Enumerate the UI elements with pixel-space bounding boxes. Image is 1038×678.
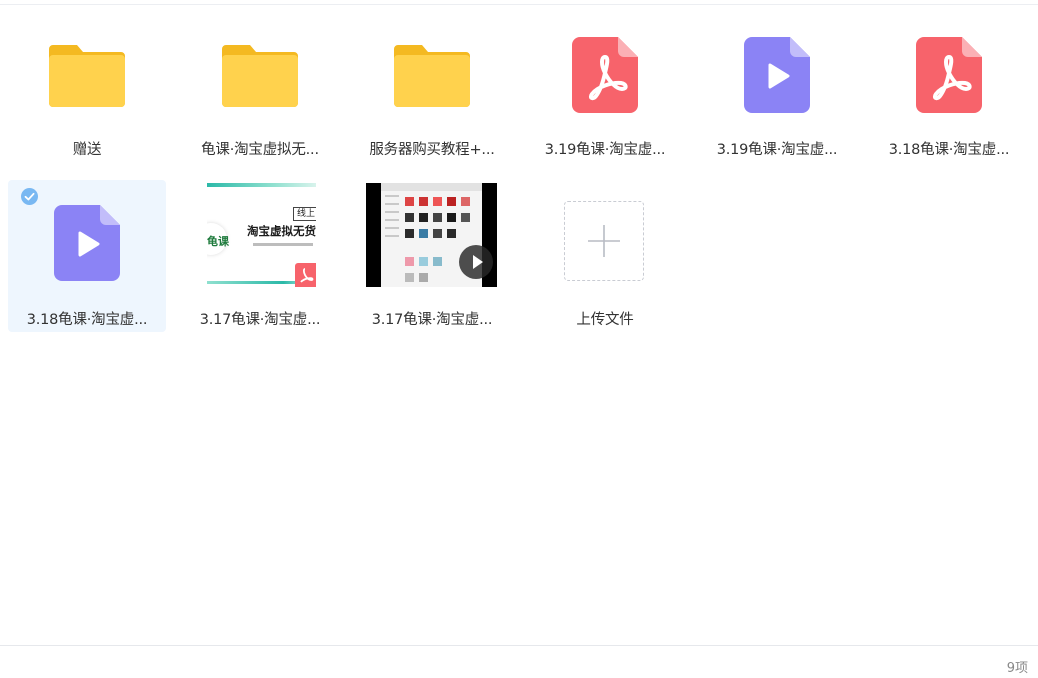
file-name: 3.17龟课·淘宝虚... (199, 312, 321, 328)
thumbnail-product (405, 213, 414, 222)
thumbnail-product (433, 197, 442, 206)
thumbnail-product (419, 273, 428, 282)
folder-icon (353, 10, 511, 128)
pdf-icon (870, 10, 1028, 128)
folder-item[interactable]: 龟课·淘宝虚拟无... (181, 10, 339, 162)
thumbnail-product (447, 197, 456, 206)
pdf-badge-icon (295, 263, 316, 287)
video-file-item-selected[interactable]: 3.18龟课·淘宝虚... (8, 180, 166, 332)
thumbnail-product (419, 257, 428, 266)
folder-item[interactable]: 赠送 (8, 10, 166, 162)
thumbnail-tag: 线上 (293, 207, 316, 221)
file-name: 3.18龟课·淘宝虚... (888, 142, 1010, 158)
file-name: 3.19龟课·淘宝虚... (544, 142, 666, 158)
file-name: 赠送 (72, 142, 102, 158)
thumbnail-product (405, 197, 414, 206)
folder-icon (8, 10, 166, 128)
thumbnail-product (405, 257, 414, 266)
file-name: 服务器购买教程+... (369, 142, 495, 158)
thumbnail-line (385, 203, 399, 205)
thumbnail-line (385, 219, 399, 221)
video-icon (698, 10, 856, 128)
thumbnail-product (433, 229, 442, 238)
thumbnail-product (433, 213, 442, 222)
pdf-icon (526, 10, 684, 128)
thumbnail-line (385, 227, 399, 229)
thumbnail-product (419, 197, 428, 206)
thumbnail-line (385, 235, 399, 237)
thumbnail-product (419, 213, 428, 222)
folder-item[interactable]: 服务器购买教程+... (353, 10, 511, 162)
thumbnail-product (433, 257, 442, 266)
plus-icon (588, 225, 620, 257)
thumbnail-title: 淘宝虚拟无货 (247, 224, 316, 238)
thumbnail-product (419, 229, 428, 238)
thumbnail-product (461, 213, 470, 222)
upload-label: 上传文件 (576, 312, 634, 328)
pdf-thumbnail[interactable]: 线上 龟课 淘宝虚拟无货 (207, 183, 316, 287)
folder-icon (181, 10, 339, 128)
thumbnail-product (447, 229, 456, 238)
file-name: 3.17龟课·淘宝虚... (371, 312, 493, 328)
thumbnail-product (461, 197, 470, 206)
thumbnail-line (385, 195, 399, 197)
thumbnail-logo-text: 龟课 (207, 235, 229, 248)
upload-button[interactable] (564, 201, 644, 281)
thumbnail-line (385, 211, 399, 213)
status-bar: 9项 (0, 645, 1038, 678)
thumbnail-subtitle-line (253, 243, 313, 246)
file-name: 3.18龟课·淘宝虚... (26, 312, 148, 328)
thumbnail-product (405, 229, 414, 238)
video-file-item[interactable]: 3.19龟课·淘宝虚... (698, 10, 856, 162)
pdf-file-item[interactable]: 3.19龟课·淘宝虚... (526, 10, 684, 162)
thumbnail-product (447, 213, 456, 222)
thumbnail-browser-bar (381, 183, 482, 191)
video-thumbnail[interactable] (366, 183, 497, 287)
file-grid: 赠送 龟课·淘宝虚拟无... 服务器购买教程+... 3.19龟课·淘宝虚...… (0, 5, 1038, 645)
item-count: 9项 (1006, 661, 1028, 676)
thumbnail-band (207, 183, 316, 187)
play-icon (459, 245, 493, 279)
file-name: 龟课·淘宝虚拟无... (201, 142, 319, 158)
file-name: 3.19龟课·淘宝虚... (716, 142, 838, 158)
video-icon (8, 180, 166, 298)
thumbnail-product (405, 273, 414, 282)
pdf-file-item[interactable]: 3.18龟课·淘宝虚... (870, 10, 1028, 162)
